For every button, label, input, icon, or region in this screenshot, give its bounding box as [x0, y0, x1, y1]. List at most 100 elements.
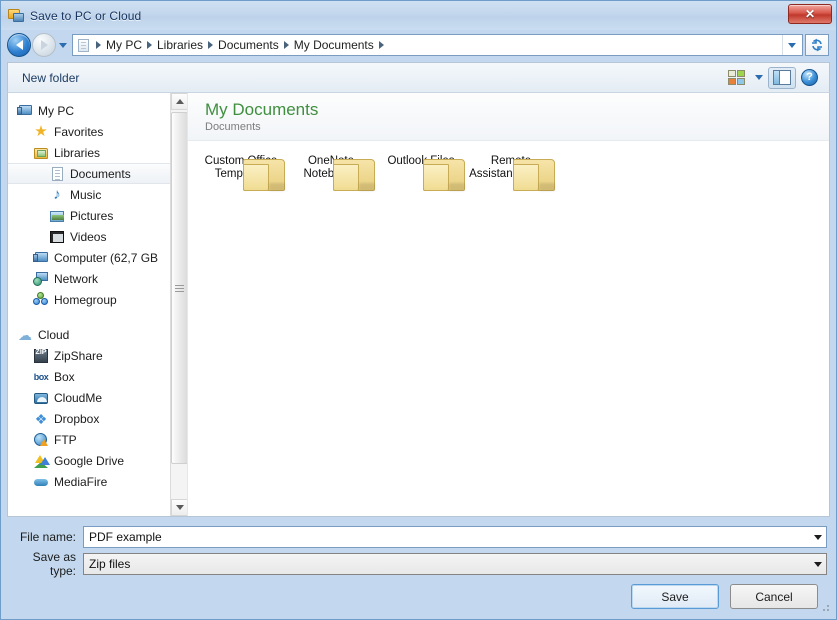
new-folder-button[interactable]: New folder: [22, 71, 79, 85]
sidebar-item-videos[interactable]: Videos: [8, 226, 187, 247]
folder-item[interactable]: OneNote Notebooks: [286, 153, 376, 191]
sidebar-item-my-pc[interactable]: My PC: [8, 100, 187, 121]
sidebar-item-libraries[interactable]: Libraries: [8, 142, 187, 163]
folder-grid: Custom Office Templates OneNote Notebook…: [188, 141, 829, 191]
change-view-button[interactable]: [723, 67, 750, 89]
sidebar-item-ftp[interactable]: FTP: [8, 429, 187, 450]
sidebar-item-label: Google Drive: [54, 453, 125, 468]
sidebar-item-label: Dropbox: [54, 411, 100, 426]
breadcrumb-item-2[interactable]: Documents: [215, 38, 282, 52]
file-list-pane[interactable]: My Documents Documents Custom Office Tem…: [188, 93, 829, 516]
page-subtitle: Documents: [205, 121, 261, 133]
breadcrumb-separator: [283, 41, 289, 49]
breadcrumb-bar[interactable]: My PC Libraries Documents My Documents: [72, 34, 803, 56]
folder-item[interactable]: Outlook Files: [376, 153, 466, 191]
sidebar-item-label: Favorites: [54, 124, 104, 139]
save-as-type-dropdown-button[interactable]: [809, 554, 826, 574]
navigation-pane: My PC ★ Favorites Libraries Documents ♪ …: [8, 93, 188, 516]
sidebar-item-box[interactable]: box Box: [8, 366, 187, 387]
sidebar-item-label: Music: [70, 187, 102, 202]
back-button[interactable]: [7, 33, 31, 57]
sidebar-item-label: Box: [54, 369, 75, 384]
sidebar-item-label: Libraries: [54, 145, 101, 160]
star-icon: ★: [34, 122, 48, 140]
sidebar-item-zipshare[interactable]: ZIP ZipShare: [8, 345, 187, 366]
scroll-down-button[interactable]: [171, 499, 187, 516]
breadcrumb-item-3[interactable]: My Documents: [291, 38, 377, 52]
folder-computer-icon: [8, 8, 24, 24]
pictures-icon: [49, 208, 65, 224]
close-button[interactable]: ✕: [788, 4, 832, 24]
sidebar-item-cloud[interactable]: ☁ Cloud: [8, 324, 187, 345]
navigation-tree: My PC ★ Favorites Libraries Documents ♪ …: [8, 93, 187, 492]
help-icon: ?: [801, 69, 818, 86]
sidebar-item-homegroup[interactable]: Homegroup: [8, 289, 187, 310]
history-dropdown-button[interactable]: [56, 42, 70, 48]
sidebar-divider: [8, 310, 187, 324]
file-name-dropdown-button[interactable]: [809, 527, 826, 547]
cloud-icon: ☁: [18, 326, 32, 343]
forward-arrow-icon: [40, 40, 48, 50]
help-button[interactable]: ?: [796, 67, 823, 89]
folder-item[interactable]: Custom Office Templates: [196, 153, 286, 191]
refresh-button[interactable]: [805, 34, 829, 56]
sidebar-item-label: MediaFire: [54, 474, 108, 489]
breadcrumb-separator: [208, 41, 214, 49]
sidebar-item-dropbox[interactable]: ❖ Dropbox: [8, 408, 187, 429]
videos-icon: [49, 229, 65, 245]
sidebar-item-music[interactable]: ♪ Music: [8, 184, 187, 205]
sidebar-scrollbar[interactable]: [170, 93, 187, 516]
sidebar-item-computer[interactable]: Computer (62,7 GB: [8, 247, 187, 268]
preview-pane-button[interactable]: [768, 66, 796, 89]
dialog-footer: [1, 605, 836, 619]
scrollbar-thumb[interactable]: [171, 112, 187, 464]
sidebar-item-network[interactable]: Network: [8, 268, 187, 289]
cloudme-icon: [33, 390, 49, 406]
dialog-buttons: Save Cancel: [10, 580, 827, 609]
chevron-down-icon: [813, 534, 822, 540]
dialog-body: My PC ★ Favorites Libraries Documents ♪ …: [7, 92, 830, 517]
chevron-down-icon: [59, 42, 67, 48]
toolbar: New folder ?: [7, 62, 830, 92]
sidebar-item-label: Pictures: [70, 208, 114, 223]
ftp-icon: [33, 432, 49, 448]
sidebar-item-label: Homegroup: [54, 292, 117, 307]
save-as-type-row: Save as type: Zip files: [10, 550, 827, 578]
scrollbar-grip-icon: [175, 284, 184, 292]
window-title: Save to PC or Cloud: [30, 8, 142, 23]
file-name-input[interactable]: PDF example: [83, 526, 827, 548]
dropbox-icon: ❖: [34, 410, 48, 427]
zipshare-icon: ZIP: [33, 348, 49, 364]
resize-grip-icon[interactable]: [819, 603, 831, 615]
address-bar: My PC Libraries Documents My Documents: [1, 30, 836, 60]
close-icon: ✕: [804, 7, 816, 21]
save-form: File name: PDF example Save as type: Zip…: [1, 517, 836, 609]
save-button[interactable]: Save: [631, 584, 719, 609]
address-dropdown-button[interactable]: [782, 35, 800, 55]
sidebar-item-cloudme[interactable]: CloudMe: [8, 387, 187, 408]
save-as-type-select[interactable]: Zip files: [83, 553, 827, 575]
forward-button[interactable]: [32, 33, 56, 57]
folder-item[interactable]: Remote Assistance Logs: [466, 153, 556, 191]
chevron-down-icon: [787, 42, 796, 48]
sidebar-item-pictures[interactable]: Pictures: [8, 205, 187, 226]
view-dropdown-button[interactable]: [750, 67, 768, 89]
music-icon: ♪: [53, 185, 61, 203]
back-arrow-icon: [15, 40, 23, 50]
sidebar-item-favorites[interactable]: ★ Favorites: [8, 121, 187, 142]
sidebar-item-mediafire[interactable]: MediaFire: [8, 471, 187, 492]
views-grid-icon: [728, 70, 745, 85]
breadcrumb-item-1[interactable]: Libraries: [154, 38, 206, 52]
scroll-up-button[interactable]: [171, 93, 187, 110]
sidebar-item-google-drive[interactable]: Google Drive: [8, 450, 187, 471]
preview-pane-icon: [773, 70, 791, 85]
sidebar-item-documents[interactable]: Documents: [8, 163, 187, 184]
cancel-button[interactable]: Cancel: [730, 584, 818, 609]
save-as-type-label: Save as type:: [32, 550, 76, 578]
triangle-down-icon: [175, 505, 184, 510]
breadcrumb-item-0[interactable]: My PC: [103, 38, 145, 52]
file-name-value: PDF example: [89, 530, 162, 544]
save-dialog-window: Save to PC or Cloud ✕ My PC Libraries Do…: [0, 0, 837, 620]
network-icon: [33, 271, 49, 287]
sidebar-item-label: My PC: [38, 103, 74, 118]
